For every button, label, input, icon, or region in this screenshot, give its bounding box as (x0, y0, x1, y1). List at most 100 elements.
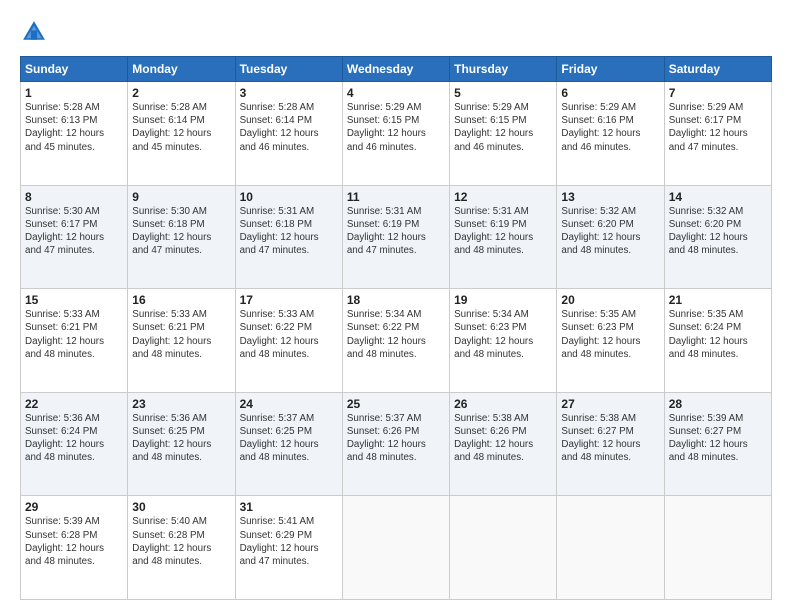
day-number: 4 (347, 86, 445, 100)
day-number: 9 (132, 190, 230, 204)
day-number: 26 (454, 397, 552, 411)
logo (20, 18, 52, 46)
calendar-cell: 13Sunrise: 5:32 AM Sunset: 6:20 PM Dayli… (557, 185, 664, 289)
calendar-cell: 30Sunrise: 5:40 AM Sunset: 6:28 PM Dayli… (128, 496, 235, 600)
day-number: 7 (669, 86, 767, 100)
day-number: 23 (132, 397, 230, 411)
day-info: Sunrise: 5:39 AM Sunset: 6:27 PM Dayligh… (669, 412, 767, 465)
calendar-table: SundayMondayTuesdayWednesdayThursdayFrid… (20, 56, 772, 600)
day-number: 30 (132, 500, 230, 514)
day-number: 3 (240, 86, 338, 100)
day-info: Sunrise: 5:35 AM Sunset: 6:24 PM Dayligh… (669, 308, 767, 361)
weekday-header-sunday: Sunday (21, 57, 128, 82)
day-info: Sunrise: 5:38 AM Sunset: 6:27 PM Dayligh… (561, 412, 659, 465)
week-row-5: 29Sunrise: 5:39 AM Sunset: 6:28 PM Dayli… (21, 496, 772, 600)
calendar-cell: 19Sunrise: 5:34 AM Sunset: 6:23 PM Dayli… (450, 289, 557, 393)
day-number: 21 (669, 293, 767, 307)
day-info: Sunrise: 5:40 AM Sunset: 6:28 PM Dayligh… (132, 515, 230, 568)
day-info: Sunrise: 5:30 AM Sunset: 6:18 PM Dayligh… (132, 205, 230, 258)
calendar-cell: 26Sunrise: 5:38 AM Sunset: 6:26 PM Dayli… (450, 392, 557, 496)
calendar-cell: 23Sunrise: 5:36 AM Sunset: 6:25 PM Dayli… (128, 392, 235, 496)
day-info: Sunrise: 5:36 AM Sunset: 6:24 PM Dayligh… (25, 412, 123, 465)
day-number: 31 (240, 500, 338, 514)
calendar-cell: 2Sunrise: 5:28 AM Sunset: 6:14 PM Daylig… (128, 82, 235, 186)
calendar-cell: 8Sunrise: 5:30 AM Sunset: 6:17 PM Daylig… (21, 185, 128, 289)
day-number: 29 (25, 500, 123, 514)
weekday-header-friday: Friday (557, 57, 664, 82)
calendar-cell: 10Sunrise: 5:31 AM Sunset: 6:18 PM Dayli… (235, 185, 342, 289)
calendar-header: SundayMondayTuesdayWednesdayThursdayFrid… (21, 57, 772, 82)
calendar-cell (450, 496, 557, 600)
calendar-cell (557, 496, 664, 600)
day-number: 12 (454, 190, 552, 204)
page: SundayMondayTuesdayWednesdayThursdayFrid… (0, 0, 792, 612)
week-row-3: 15Sunrise: 5:33 AM Sunset: 6:21 PM Dayli… (21, 289, 772, 393)
day-number: 14 (669, 190, 767, 204)
day-info: Sunrise: 5:36 AM Sunset: 6:25 PM Dayligh… (132, 412, 230, 465)
day-number: 19 (454, 293, 552, 307)
day-number: 16 (132, 293, 230, 307)
calendar-cell: 14Sunrise: 5:32 AM Sunset: 6:20 PM Dayli… (664, 185, 771, 289)
day-info: Sunrise: 5:32 AM Sunset: 6:20 PM Dayligh… (669, 205, 767, 258)
calendar-cell: 9Sunrise: 5:30 AM Sunset: 6:18 PM Daylig… (128, 185, 235, 289)
calendar-cell: 31Sunrise: 5:41 AM Sunset: 6:29 PM Dayli… (235, 496, 342, 600)
calendar-cell: 4Sunrise: 5:29 AM Sunset: 6:15 PM Daylig… (342, 82, 449, 186)
day-number: 13 (561, 190, 659, 204)
day-number: 27 (561, 397, 659, 411)
calendar-cell: 6Sunrise: 5:29 AM Sunset: 6:16 PM Daylig… (557, 82, 664, 186)
weekday-header-thursday: Thursday (450, 57, 557, 82)
header (20, 18, 772, 46)
day-info: Sunrise: 5:31 AM Sunset: 6:19 PM Dayligh… (347, 205, 445, 258)
day-info: Sunrise: 5:29 AM Sunset: 6:16 PM Dayligh… (561, 101, 659, 154)
week-row-1: 1Sunrise: 5:28 AM Sunset: 6:13 PM Daylig… (21, 82, 772, 186)
day-number: 15 (25, 293, 123, 307)
calendar-cell: 1Sunrise: 5:28 AM Sunset: 6:13 PM Daylig… (21, 82, 128, 186)
day-number: 25 (347, 397, 445, 411)
calendar-cell: 21Sunrise: 5:35 AM Sunset: 6:24 PM Dayli… (664, 289, 771, 393)
calendar-cell: 29Sunrise: 5:39 AM Sunset: 6:28 PM Dayli… (21, 496, 128, 600)
day-info: Sunrise: 5:38 AM Sunset: 6:26 PM Dayligh… (454, 412, 552, 465)
calendar-cell: 22Sunrise: 5:36 AM Sunset: 6:24 PM Dayli… (21, 392, 128, 496)
calendar-cell: 7Sunrise: 5:29 AM Sunset: 6:17 PM Daylig… (664, 82, 771, 186)
week-row-4: 22Sunrise: 5:36 AM Sunset: 6:24 PM Dayli… (21, 392, 772, 496)
calendar-cell: 12Sunrise: 5:31 AM Sunset: 6:19 PM Dayli… (450, 185, 557, 289)
day-info: Sunrise: 5:37 AM Sunset: 6:26 PM Dayligh… (347, 412, 445, 465)
calendar-cell: 18Sunrise: 5:34 AM Sunset: 6:22 PM Dayli… (342, 289, 449, 393)
day-number: 24 (240, 397, 338, 411)
day-number: 2 (132, 86, 230, 100)
day-number: 17 (240, 293, 338, 307)
weekday-row: SundayMondayTuesdayWednesdayThursdayFrid… (21, 57, 772, 82)
day-info: Sunrise: 5:41 AM Sunset: 6:29 PM Dayligh… (240, 515, 338, 568)
day-number: 8 (25, 190, 123, 204)
day-number: 18 (347, 293, 445, 307)
weekday-header-wednesday: Wednesday (342, 57, 449, 82)
logo-icon (20, 18, 48, 46)
day-info: Sunrise: 5:32 AM Sunset: 6:20 PM Dayligh… (561, 205, 659, 258)
calendar-cell (664, 496, 771, 600)
calendar-cell: 17Sunrise: 5:33 AM Sunset: 6:22 PM Dayli… (235, 289, 342, 393)
day-info: Sunrise: 5:29 AM Sunset: 6:17 PM Dayligh… (669, 101, 767, 154)
day-info: Sunrise: 5:29 AM Sunset: 6:15 PM Dayligh… (454, 101, 552, 154)
week-row-2: 8Sunrise: 5:30 AM Sunset: 6:17 PM Daylig… (21, 185, 772, 289)
calendar-cell: 24Sunrise: 5:37 AM Sunset: 6:25 PM Dayli… (235, 392, 342, 496)
day-number: 5 (454, 86, 552, 100)
day-number: 20 (561, 293, 659, 307)
day-number: 28 (669, 397, 767, 411)
calendar-cell (342, 496, 449, 600)
calendar-cell: 11Sunrise: 5:31 AM Sunset: 6:19 PM Dayli… (342, 185, 449, 289)
calendar-cell: 20Sunrise: 5:35 AM Sunset: 6:23 PM Dayli… (557, 289, 664, 393)
day-info: Sunrise: 5:33 AM Sunset: 6:22 PM Dayligh… (240, 308, 338, 361)
day-info: Sunrise: 5:28 AM Sunset: 6:14 PM Dayligh… (240, 101, 338, 154)
calendar-cell: 28Sunrise: 5:39 AM Sunset: 6:27 PM Dayli… (664, 392, 771, 496)
calendar-cell: 27Sunrise: 5:38 AM Sunset: 6:27 PM Dayli… (557, 392, 664, 496)
day-number: 1 (25, 86, 123, 100)
calendar-cell: 5Sunrise: 5:29 AM Sunset: 6:15 PM Daylig… (450, 82, 557, 186)
day-info: Sunrise: 5:39 AM Sunset: 6:28 PM Dayligh… (25, 515, 123, 568)
calendar-cell: 15Sunrise: 5:33 AM Sunset: 6:21 PM Dayli… (21, 289, 128, 393)
calendar-body: 1Sunrise: 5:28 AM Sunset: 6:13 PM Daylig… (21, 82, 772, 600)
day-info: Sunrise: 5:33 AM Sunset: 6:21 PM Dayligh… (132, 308, 230, 361)
calendar-cell: 16Sunrise: 5:33 AM Sunset: 6:21 PM Dayli… (128, 289, 235, 393)
day-info: Sunrise: 5:33 AM Sunset: 6:21 PM Dayligh… (25, 308, 123, 361)
calendar-cell: 3Sunrise: 5:28 AM Sunset: 6:14 PM Daylig… (235, 82, 342, 186)
weekday-header-monday: Monday (128, 57, 235, 82)
